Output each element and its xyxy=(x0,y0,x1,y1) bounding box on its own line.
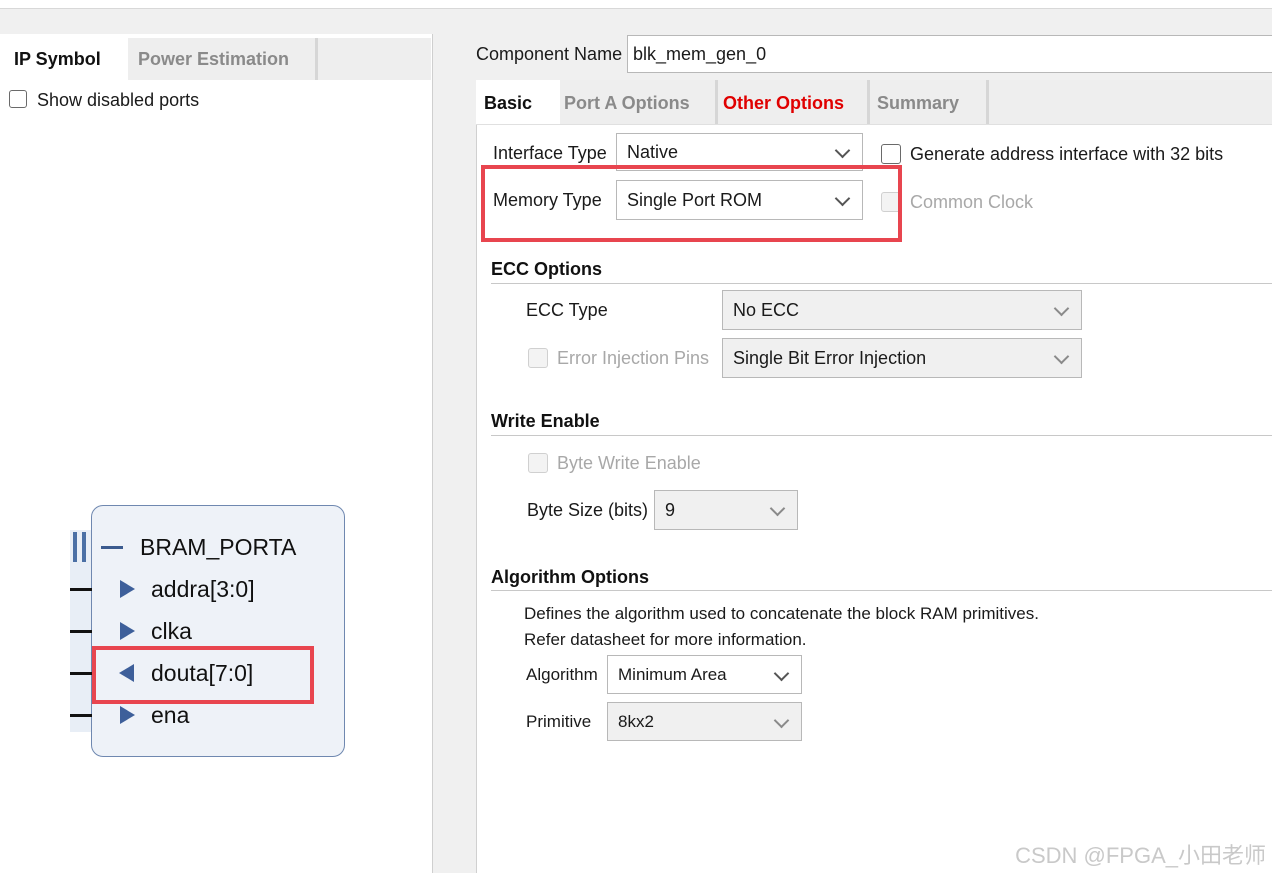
pin-line xyxy=(70,588,92,591)
generate-address-label: Generate address interface with 32 bits xyxy=(910,144,1224,164)
generate-address-checkbox[interactable] xyxy=(881,144,901,164)
component-name-label: Component Name xyxy=(476,44,623,64)
tab-power-estimation[interactable]: Power Estimation xyxy=(128,38,318,80)
port-addra: addra[3:0] xyxy=(151,576,255,602)
chevron-down-icon xyxy=(773,665,790,682)
algorithm-value: Minimum Area xyxy=(618,665,727,684)
port-ena: ena xyxy=(151,702,190,728)
highlight-douta xyxy=(92,646,314,704)
ecc-type-dropdown[interactable]: No ECC xyxy=(722,290,1082,330)
error-injection-dropdown[interactable]: Single Bit Error Injection xyxy=(722,338,1082,378)
pin-line xyxy=(70,672,92,675)
chevron-down-icon xyxy=(1053,348,1070,365)
error-injection-checkbox[interactable] xyxy=(528,348,548,368)
config-tab-bar: Basic Port A Options Other Options Summa… xyxy=(476,80,1272,125)
algorithm-dropdown[interactable]: Minimum Area xyxy=(607,655,802,694)
algorithm-description-2: Refer datasheet for more information. xyxy=(524,630,807,649)
bus-label: BRAM_PORTA xyxy=(140,534,297,560)
tab-basic[interactable]: Basic xyxy=(476,80,560,124)
chevron-down-icon xyxy=(834,142,851,159)
primitive-value: 8kx2 xyxy=(618,712,654,731)
byte-size-label: Byte Size (bits) xyxy=(527,500,649,520)
byte-size-value: 9 xyxy=(665,500,676,520)
show-disabled-ports-checkbox[interactable] xyxy=(9,90,27,108)
ecc-type-value: No ECC xyxy=(733,300,800,320)
component-name-input[interactable]: blk_mem_gen_0 xyxy=(627,35,1272,73)
tab-other-options[interactable]: Other Options xyxy=(715,80,870,124)
section-divider xyxy=(491,435,1272,436)
ecc-type-label: ECC Type xyxy=(526,300,608,320)
watermark: CSDN @FPGA_小田老师 xyxy=(1015,843,1266,868)
tab-summary[interactable]: Summary xyxy=(869,80,989,124)
section-divider xyxy=(491,283,1272,284)
byte-size-dropdown[interactable]: 9 xyxy=(654,490,798,530)
interface-type-label: Interface Type xyxy=(493,143,607,163)
primitive-dropdown[interactable]: 8kx2 xyxy=(607,702,802,741)
common-clock-label: Common Clock xyxy=(910,192,1034,212)
input-arrow-icon xyxy=(120,580,135,598)
left-tab-bar: IP Symbol Power Estimation xyxy=(4,38,431,80)
chevron-down-icon xyxy=(769,500,786,517)
chevron-down-icon xyxy=(1053,300,1070,317)
input-arrow-icon xyxy=(120,622,135,640)
primitive-label: Primitive xyxy=(526,712,592,731)
top-border xyxy=(0,0,1272,9)
byte-write-enable-checkbox[interactable] xyxy=(528,453,548,473)
bus-bar-icon xyxy=(82,532,86,562)
error-injection-value: Single Bit Error Injection xyxy=(733,348,927,368)
algorithm-description-1: Defines the algorithm used to concatenat… xyxy=(524,604,1039,623)
pin-line xyxy=(70,714,92,717)
chevron-down-icon xyxy=(773,712,790,729)
section-divider xyxy=(491,590,1272,591)
input-arrow-icon xyxy=(120,706,135,724)
port-clka: clka xyxy=(151,618,192,644)
tab-port-a-options[interactable]: Port A Options xyxy=(556,80,718,124)
bus-bar-icon xyxy=(73,532,77,562)
write-enable-title: Write Enable xyxy=(491,411,600,431)
algorithm-options-title: Algorithm Options xyxy=(491,567,649,587)
pin-line xyxy=(70,630,92,633)
highlight-memory-type xyxy=(481,165,902,242)
ecc-options-title: ECC Options xyxy=(491,259,602,279)
algorithm-label: Algorithm xyxy=(526,665,598,684)
tab-ip-symbol[interactable]: IP Symbol xyxy=(4,38,128,80)
byte-write-enable-label: Byte Write Enable xyxy=(557,453,701,473)
error-injection-label: Error Injection Pins xyxy=(557,348,710,368)
show-disabled-ports-label: Show disabled ports xyxy=(37,90,200,110)
interface-type-value: Native xyxy=(627,142,679,162)
collapse-icon[interactable] xyxy=(101,546,123,549)
